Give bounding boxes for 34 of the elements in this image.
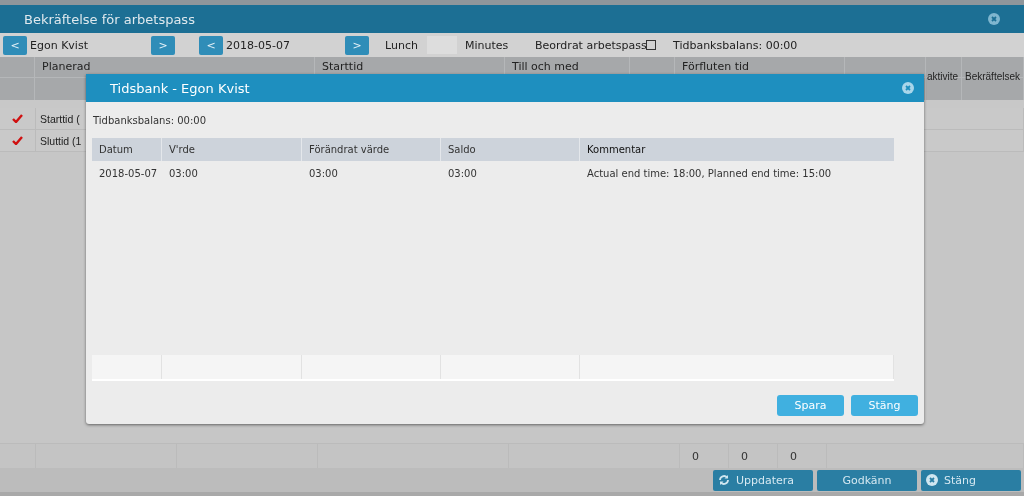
dialog-button[interactable]: Stäng (851, 395, 918, 416)
footer-button[interactable]: Godkänn (817, 469, 917, 491)
close-icon[interactable] (988, 13, 1000, 25)
table-cell-text: 2018-05-07 (98, 167, 159, 181)
close-icon[interactable] (902, 82, 914, 94)
column-header: Datum (92, 138, 162, 161)
column-header: Kommentar (586, 143, 647, 157)
refresh-icon (718, 474, 730, 486)
window-title: Bekräftelse för arbetspass (24, 11, 195, 27)
next-date-button[interactable]: > (345, 35, 369, 55)
previous-button[interactable]: < (3, 35, 27, 55)
lunch-label: Lunch (385, 38, 419, 52)
table-cell-text: 03:00 (447, 167, 478, 181)
footer-button[interactable]: Uppdatera (713, 469, 813, 491)
table-cell-text: 03:00 (168, 167, 199, 181)
ordered-checkbox[interactable] (646, 40, 656, 50)
balance-text: Tidbanksbalans: 00:00 (673, 38, 798, 52)
close-icon (926, 474, 938, 486)
table-cell-text: 03:00 (308, 167, 339, 181)
footer-button[interactable]: Stäng (921, 469, 1021, 491)
next-button[interactable]: > (151, 35, 175, 55)
ordered-label: Beordrat arbetspass (535, 38, 646, 52)
column-header: aktivite (926, 57, 962, 78)
date-text: 2018-05-07 (225, 38, 291, 52)
dialog-title: Tidsbank - Egon Kvist (110, 80, 250, 96)
column-header: V'rde (162, 138, 302, 161)
table-cell-text: Actual end time: 18:00, Planned end time: 15:00 (586, 167, 833, 181)
previous-date-button[interactable]: < (199, 35, 223, 55)
employee-name: Egon Kvist (29, 38, 89, 52)
column-header: Saldo (441, 138, 580, 161)
column-header: Bekräftelsek (962, 57, 1024, 78)
minutes-label: Minutes (465, 38, 510, 52)
dialog-button[interactable]: Spara (777, 395, 844, 416)
column-header: Förändrat värde (302, 138, 441, 161)
